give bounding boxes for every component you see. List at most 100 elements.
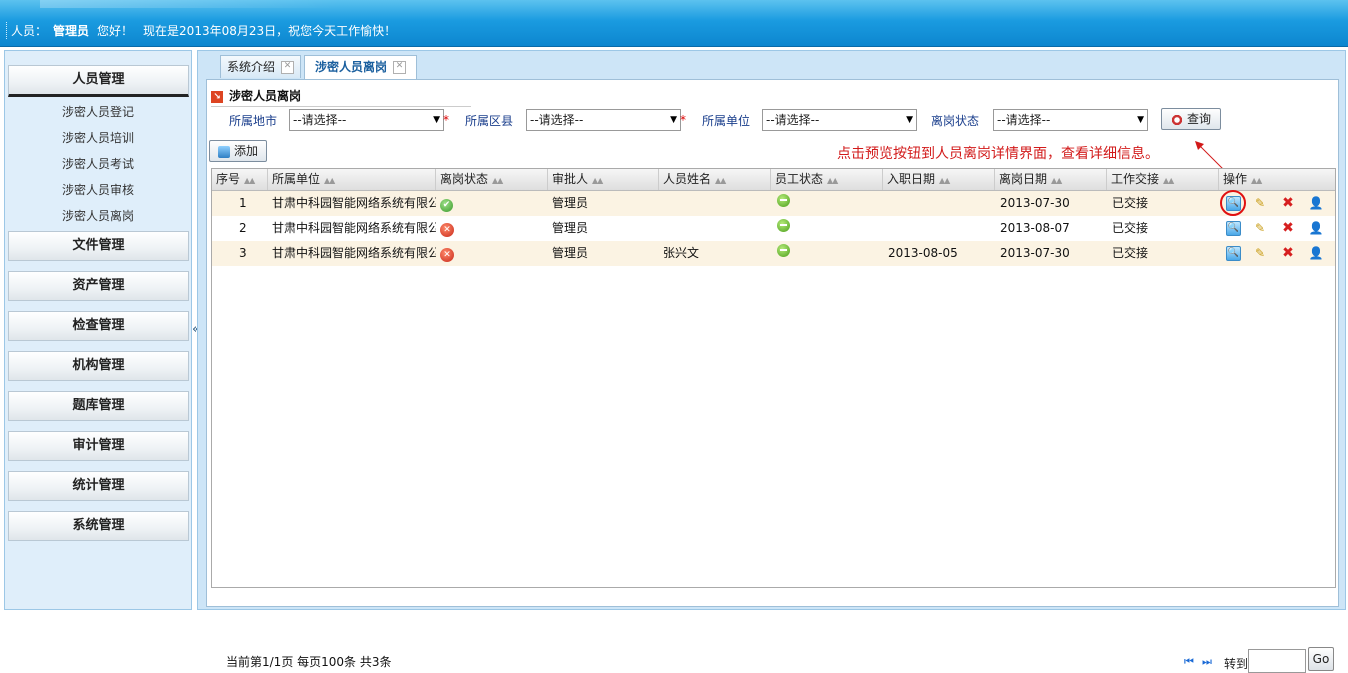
menu-statistics-label: 统计管理 (72, 478, 125, 493)
cell-handover: 已交接 (1112, 221, 1149, 235)
sort-icon: ▲▲ (492, 176, 503, 185)
column-header-no[interactable]: 序号 ▲▲ (212, 169, 268, 190)
menu-system[interactable]: 系统管理 (8, 511, 189, 541)
delete-icon[interactable]: ✖ (1280, 220, 1296, 236)
data-table: 序号 ▲▲ 所属单位 ▲▲ 离岗状态 ▲▲ 审批人 ▲▲ 人员姓名 ▲▲ 员工状态 ▲▲ 入… (211, 168, 1336, 673)
menu-personnel[interactable]: 人员管理 (8, 65, 189, 97)
required-mark: * (680, 113, 686, 127)
menu-organization[interactable]: 机构管理 (8, 351, 189, 381)
column-header-name[interactable]: 人员姓名 ▲▲ (659, 169, 771, 190)
tab-intro-label: 系统介绍 (227, 60, 276, 74)
sort-icon: ▲▲ (324, 176, 335, 185)
filter-unit-value: --请选择-- (766, 113, 820, 127)
column-header-leave-date[interactable]: 离岗日期 ▲▲ (995, 169, 1107, 190)
filter-leave-status-label: 离岗状态 (931, 114, 980, 128)
edit-icon[interactable]: ✎ (1252, 220, 1268, 236)
menu-audit[interactable]: 审计管理 (8, 431, 189, 461)
menu-assets-label: 资产管理 (72, 278, 125, 293)
menu-organization-label: 机构管理 (72, 358, 125, 373)
close-icon[interactable]: ✕ (281, 61, 295, 74)
goto-page-input[interactable] (1248, 649, 1306, 673)
user-icon[interactable]: 👤 (1308, 245, 1324, 261)
minus-icon (777, 219, 790, 232)
sidebar-item-training[interactable]: 涉密人员培训 (5, 125, 191, 151)
column-header-unit[interactable]: 所属单位 ▲▲ (268, 169, 436, 190)
close-icon[interactable]: ✕ (393, 61, 407, 74)
sidebar: 人员管理 涉密人员登记 涉密人员培训 涉密人员考试 涉密人员审核 涉密人员离岗 … (4, 50, 192, 610)
menu-system-label: 系统管理 (72, 518, 125, 533)
sidebar-item-review[interactable]: 涉密人员审核 (5, 177, 191, 203)
delete-icon[interactable]: ✖ (1280, 245, 1296, 261)
menu-statistics[interactable]: 统计管理 (8, 471, 189, 501)
cell-unit: 甘肃中科园智能网络系统有限公司 (272, 196, 436, 210)
sidebar-item-register[interactable]: 涉密人员登记 (5, 99, 191, 125)
user-name: 管理员 (53, 24, 90, 38)
sidebar-item-exam[interactable]: 涉密人员考试 (5, 151, 191, 177)
filter-district-select[interactable]: --请选择-- ▼ (526, 109, 681, 131)
last-page-icon[interactable]: ⏭ (1202, 655, 1212, 669)
column-header-leave-status-text: 离岗状态 (440, 172, 489, 186)
sort-icon: ▲▲ (1251, 176, 1262, 185)
cell-emp-status (777, 241, 790, 266)
table-row[interactable]: 3 甘肃中科园智能网络系统有限公司 ✕ 管理员 张兴文 2013-08-05 2… (212, 241, 1335, 266)
cell-handover: 已交接 (1112, 246, 1149, 260)
menu-assets[interactable]: 资产管理 (8, 271, 189, 301)
column-header-handover[interactable]: 工作交接 ▲▲ (1107, 169, 1219, 190)
cell-name: 张兴文 (663, 246, 700, 260)
tab-departure[interactable]: 涉密人员离岗 ✕ (304, 55, 418, 79)
user-icon[interactable]: 👤 (1308, 220, 1324, 236)
table-header: 序号 ▲▲ 所属单位 ▲▲ 离岗状态 ▲▲ 审批人 ▲▲ 人员姓名 ▲▲ 员工状态 ▲▲ 入… (212, 169, 1335, 191)
check-icon: ✔ (440, 199, 453, 212)
cell-approver: 管理员 (552, 221, 589, 235)
section-title: ↘ 涉密人员离岗 (211, 86, 472, 107)
query-button[interactable]: 查询 (1161, 108, 1221, 130)
edit-icon[interactable]: ✎ (1252, 245, 1268, 261)
add-button-label: 添加 (233, 144, 258, 158)
menu-question-bank[interactable]: 题库管理 (8, 391, 189, 421)
filter-city-select[interactable]: --请选择-- ▼ (289, 109, 444, 131)
preview-icon[interactable]: 🔍 (1226, 221, 1241, 236)
column-header-no-text: 序号 (216, 172, 241, 186)
go-button[interactable]: Go (1308, 647, 1334, 671)
sort-icon: ▲▲ (715, 176, 726, 185)
cell-no: 3 (239, 246, 247, 260)
minus-icon (777, 244, 790, 257)
column-header-approver-text: 审批人 (552, 172, 589, 186)
column-header-handover-text: 工作交接 (1111, 172, 1160, 186)
user-status-line: 人员： 管理员 您好！ 现在是2013年08月23日，祝您今天工作愉快！ (6, 22, 396, 39)
column-header-leave-date-text: 离岗日期 (999, 172, 1048, 186)
tab-intro[interactable]: 系统介绍 ✕ (220, 55, 302, 78)
pager-summary: 当前第1/1页 每页100条 共3条 (226, 655, 392, 669)
main-panel: 系统介绍 ✕ 涉密人员离岗 ✕ ↘ 涉密人员离岗 所属地市 --请选择-- ▼ * 所属… (197, 50, 1346, 673)
filter-leave-status-select[interactable]: --请选择-- ▼ (993, 109, 1148, 131)
table-row[interactable]: 2 甘肃中科园智能网络系统有限公司 ✕ 管理员 2013-08-07 已交接 🔍… (212, 216, 1335, 241)
annotation-note: 点击预览按钮到人员离岗详情界面，查看详细信息。 (837, 146, 1159, 162)
column-header-emp-status[interactable]: 员工状态 ▲▲ (771, 169, 883, 190)
sidebar-item-departure[interactable]: 涉密人员离岗 (5, 203, 191, 229)
first-page-icon[interactable]: ⏮ (1184, 655, 1194, 669)
cell-leave-status: ✔ (440, 191, 453, 216)
user-icon[interactable]: 👤 (1308, 195, 1324, 211)
table-row[interactable]: 1 甘肃中科园智能网络系统有限公司 ✔ 管理员 2013-07-30 已交接 🔍… (212, 190, 1335, 216)
edit-icon[interactable]: ✎ (1252, 195, 1268, 211)
preview-icon[interactable]: 🔍 (1226, 246, 1241, 261)
filter-city-value: --请选择-- (293, 113, 347, 127)
cell-approver: 管理员 (552, 246, 589, 260)
filter-district-label: 所属区县 (465, 114, 514, 128)
cell-no: 1 (239, 196, 247, 210)
filter-city-label: 所属地市 (229, 114, 278, 128)
chevron-down-icon: ▼ (433, 115, 440, 125)
cell-leave-date: 2013-07-30 (1000, 196, 1070, 210)
column-header-approver[interactable]: 审批人 ▲▲ (548, 169, 659, 190)
column-header-join-date-text: 入职日期 (887, 172, 936, 186)
sort-icon: ▲▲ (827, 176, 838, 185)
add-button[interactable]: 添加 (209, 140, 267, 162)
cell-emp-status (777, 191, 790, 216)
menu-files[interactable]: 文件管理 (8, 231, 189, 261)
filter-unit-select[interactable]: --请选择-- ▼ (762, 109, 917, 131)
greeting-text: 您好！ (97, 24, 134, 38)
column-header-leave-status[interactable]: 离岗状态 ▲▲ (436, 169, 548, 190)
column-header-join-date[interactable]: 入职日期 ▲▲ (883, 169, 995, 190)
menu-inspection[interactable]: 检查管理 (8, 311, 189, 341)
delete-icon[interactable]: ✖ (1280, 195, 1296, 211)
